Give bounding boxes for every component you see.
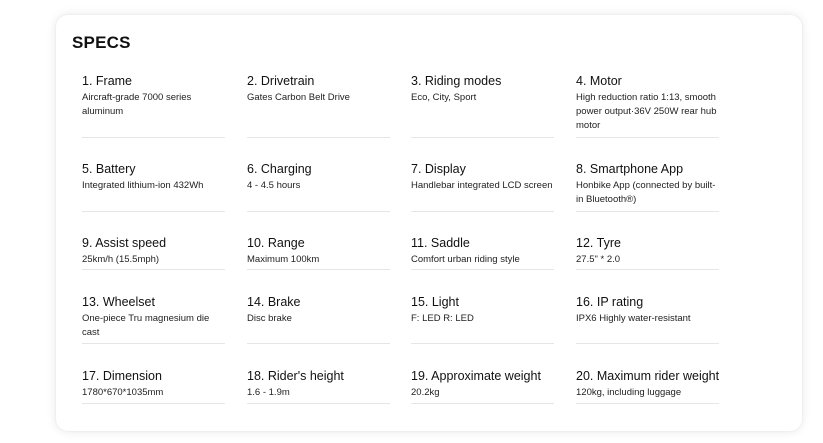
spec-title: 6. Charging: [247, 162, 312, 176]
spec-item-charging: 6. Charging 4 - 4.5 hours: [247, 161, 390, 212]
spec-value: Disc brake: [247, 313, 292, 324]
spec-value: 20.2kg: [411, 387, 440, 398]
spec-item-frame: 1. Frame Aircraft-grade 7000 series alum…: [82, 73, 225, 138]
spec-value: One-piece Tru magnesium die cast: [82, 313, 210, 338]
spec-item-light: 15. Light F: LED R: LED: [411, 294, 554, 344]
spec-title: 17. Dimension: [82, 369, 162, 383]
spec-value: 27.5" * 2.0: [576, 254, 621, 265]
spec-value: Gates Carbon Belt Drive: [247, 92, 350, 103]
spec-item-display: 7. Display Handlebar integrated LCD scre…: [411, 161, 554, 212]
spec-title: 11. Saddle: [411, 236, 470, 250]
spec-value: Honbike App (connected by built-in Bluet…: [576, 180, 716, 205]
spec-value: High reduction ratio 1:13, smooth power …: [576, 92, 717, 131]
spec-value: IPX6 Highly water-resistant: [576, 313, 691, 324]
spec-item-riding-modes: 3. Riding modes Eco, City, Sport: [411, 73, 554, 138]
spec-item-saddle: 11. Saddle Comfort urban riding style: [411, 235, 554, 270]
spec-title: 1. Frame: [82, 74, 133, 88]
spec-title: 10. Range: [247, 236, 305, 250]
spec-item-smartphone-app: 8. Smartphone App Honbike App (connected…: [576, 161, 719, 212]
spec-title: 20. Maximum rider weight: [576, 369, 720, 383]
spec-title: 5. Battery: [82, 162, 136, 176]
spec-value: 1780*670*1035mm: [82, 387, 164, 398]
spec-title: 15. Light: [411, 295, 459, 309]
spec-item-battery: 5. Battery Integrated lithium-ion 432Wh: [82, 161, 225, 212]
spec-title: 3. Riding modes: [411, 74, 502, 88]
spec-value: 4 - 4.5 hours: [247, 180, 301, 191]
spec-value: Eco, City, Sport: [411, 92, 477, 103]
spec-item-tyre: 12. Tyre 27.5" * 2.0: [576, 235, 719, 270]
spec-title: 7. Display: [411, 162, 466, 176]
spec-item-motor: 4. Motor High reduction ratio 1:13, smoo…: [576, 73, 719, 138]
spec-item-maximum-rider-weight: 20. Maximum rider weight 120kg, includin…: [576, 368, 719, 404]
spec-item-range: 10. Range Maximum 100km: [247, 235, 390, 270]
spec-value: Aircraft-grade 7000 series aluminum: [82, 92, 192, 117]
spec-value: Comfort urban riding style: [411, 254, 520, 265]
spec-item-assist-speed: 9. Assist speed 25km/h (15.5mph): [82, 235, 225, 270]
spec-item-ip-rating: 16. IP rating IPX6 Highly water-resistan…: [576, 294, 719, 344]
spec-title: 14. Brake: [247, 295, 301, 309]
spec-value: 25km/h (15.5mph): [82, 254, 160, 265]
spec-title: 12. Tyre: [576, 236, 621, 250]
spec-title: 16. IP rating: [576, 295, 644, 309]
spec-value: 1.6 - 1.9m: [247, 387, 290, 398]
spec-item-brake: 14. Brake Disc brake: [247, 294, 390, 344]
spec-item-drivetrain: 2. Drivetrain Gates Carbon Belt Drive: [247, 73, 390, 138]
spec-item-approximate-weight: 19. Approximate weight 20.2kg: [411, 368, 554, 404]
spec-item-riders-height: 18. Rider's height 1.6 - 1.9m: [247, 368, 390, 404]
spec-title: 4. Motor: [576, 74, 622, 88]
spec-value: F: LED R: LED: [411, 313, 474, 324]
specs-card: SPECS 1. Frame Aircraft-grade 7000 serie…: [56, 15, 802, 431]
spec-value: Maximum 100km: [247, 254, 320, 265]
spec-title: 2. Drivetrain: [247, 74, 315, 88]
spec-value: 120kg, including luggage: [576, 387, 682, 398]
spec-value: Handlebar integrated LCD screen: [411, 180, 553, 191]
spec-value: Integrated lithium-ion 432Wh: [82, 180, 204, 191]
section-title: SPECS: [72, 33, 131, 52]
spec-title: 18. Rider's height: [247, 369, 344, 383]
spec-item-dimension: 17. Dimension 1780*670*1035mm: [82, 368, 225, 404]
spec-title: 13. Wheelset: [82, 295, 155, 309]
spec-item-wheelset: 13. Wheelset One-piece Tru magnesium die…: [82, 294, 225, 344]
spec-title: 9. Assist speed: [82, 236, 167, 250]
spec-title: 19. Approximate weight: [411, 369, 541, 383]
spec-title: 8. Smartphone App: [576, 162, 684, 176]
